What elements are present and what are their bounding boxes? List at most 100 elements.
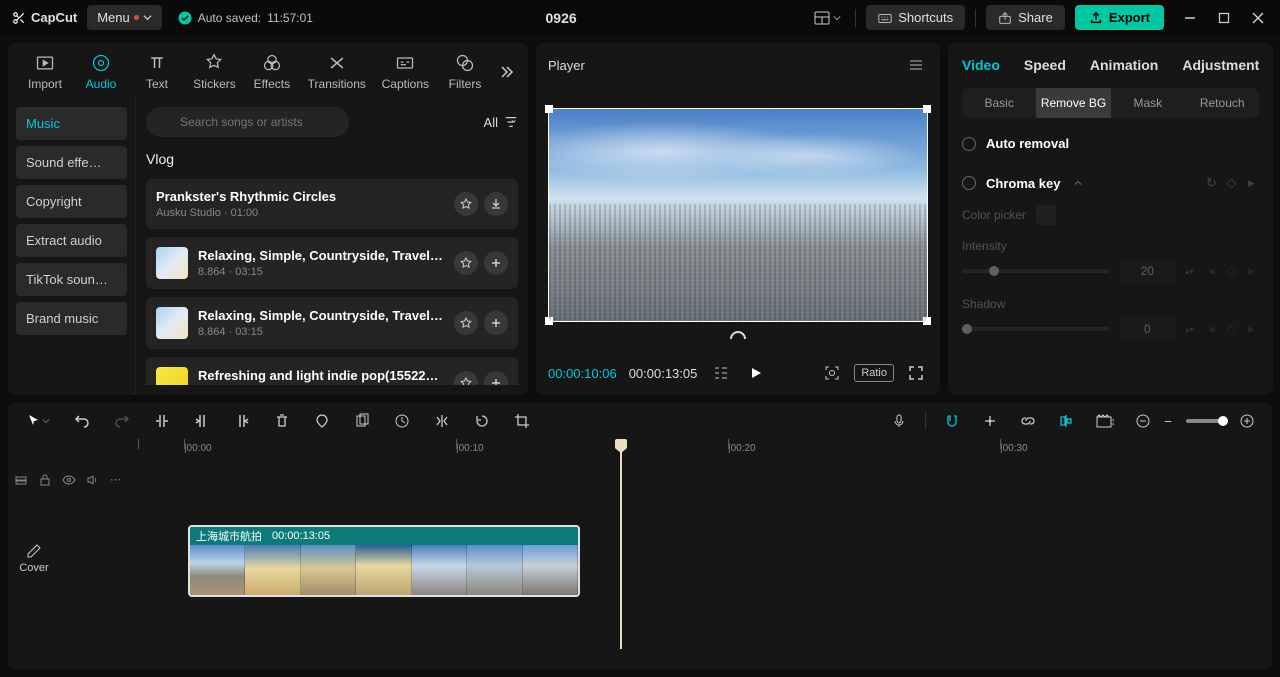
horizontal-scrollbar[interactable] (8, 659, 1272, 669)
keyframe-prev-button[interactable]: ◂ (1203, 321, 1219, 337)
slider-thumb[interactable] (962, 324, 972, 334)
mirror-button[interactable] (430, 409, 454, 433)
select-tool[interactable] (22, 409, 54, 433)
zoom-in-button[interactable] (1236, 410, 1258, 432)
link-button[interactable] (1016, 409, 1040, 433)
add-button[interactable] (484, 311, 508, 335)
stepper[interactable]: ▴▾ (1185, 325, 1193, 334)
chroma-key-toggle[interactable] (962, 176, 976, 190)
intensity-input[interactable] (1119, 259, 1175, 283)
reverse-button[interactable] (390, 409, 414, 433)
subtab-basic[interactable]: Basic (962, 88, 1036, 118)
fullscreen-button[interactable] (904, 361, 928, 385)
search-input[interactable] (146, 107, 349, 137)
magnet-button[interactable] (940, 409, 964, 433)
split-left-button[interactable] (190, 409, 214, 433)
sidebar-item-extract-audio[interactable]: Extract audio (16, 224, 127, 257)
favorite-button[interactable] (454, 192, 478, 216)
resize-handle[interactable] (923, 317, 931, 325)
shadow-slider[interactable] (962, 327, 1109, 331)
keyframe-add-button[interactable]: ◇ (1223, 321, 1239, 337)
sidebar-item-music[interactable]: Music (16, 107, 127, 140)
undo-button[interactable] (70, 409, 94, 433)
add-button[interactable] (484, 371, 508, 385)
tab-captions[interactable]: Captions (375, 49, 436, 95)
sidebar-item-tiktok-sounds[interactable]: TikTok soun… (16, 263, 127, 296)
color-swatch[interactable] (1036, 205, 1056, 225)
delete-button[interactable] (270, 409, 294, 433)
reset-button[interactable]: ↻ (1203, 175, 1219, 191)
split-button[interactable] (150, 409, 174, 433)
close-button[interactable] (1248, 8, 1268, 28)
zoom-out-button[interactable]: − (1160, 410, 1176, 433)
keyframe-add-button[interactable]: ◇ (1223, 263, 1239, 279)
tab-effects[interactable]: Effects (245, 49, 299, 95)
mute-track-button[interactable] (86, 473, 100, 487)
player-menu-button[interactable] (904, 53, 928, 77)
ratio-button[interactable]: Ratio (854, 364, 894, 382)
track-height-button[interactable] (1132, 410, 1154, 432)
marker-button[interactable] (310, 409, 334, 433)
favorite-button[interactable] (454, 371, 478, 385)
preview-canvas[interactable] (548, 108, 928, 322)
favorite-button[interactable] (454, 311, 478, 335)
favorite-button[interactable] (454, 251, 478, 275)
tab-speed[interactable]: Speed (1024, 57, 1066, 73)
collapse-track-button[interactable] (14, 473, 28, 487)
shadow-input[interactable] (1119, 317, 1175, 341)
keyframe-prev-button[interactable]: ◇ (1223, 175, 1239, 191)
snap-button[interactable] (978, 409, 1002, 433)
copy-button[interactable] (350, 409, 374, 433)
tab-import[interactable]: Import (18, 49, 72, 95)
timeline-tracks[interactable]: 上海城市航拍 00:00:13:05 (138, 463, 1272, 659)
subtab-remove-bg[interactable]: Remove BG (1036, 88, 1110, 118)
stepper[interactable]: ▴▾ (1185, 267, 1193, 276)
resize-handle[interactable] (923, 105, 931, 113)
sidebar-item-sound-effects[interactable]: Sound effe… (16, 146, 127, 179)
playhead[interactable] (620, 439, 622, 649)
rotate-button[interactable] (470, 409, 494, 433)
record-audio-button[interactable] (887, 409, 911, 433)
filter-button[interactable]: All (484, 115, 518, 130)
play-button[interactable] (745, 362, 767, 384)
export-button[interactable]: Export (1075, 5, 1164, 30)
tab-audio[interactable]: Audio (74, 49, 128, 95)
shortcuts-button[interactable]: Shortcuts (866, 5, 965, 30)
sidebar-item-brand-music[interactable]: Brand music (16, 302, 127, 335)
resize-handle[interactable] (545, 105, 553, 113)
cover-button[interactable]: Cover (14, 543, 54, 574)
tab-text[interactable]: Text (130, 49, 184, 95)
list-item[interactable]: Relaxing, Simple, Countryside, Travel, N… (146, 297, 518, 349)
intensity-slider[interactable] (962, 269, 1109, 273)
video-clip[interactable]: 上海城市航拍 00:00:13:05 (188, 525, 580, 597)
keyframe-next-button[interactable]: ▸ (1243, 175, 1259, 191)
resize-handle[interactable] (545, 317, 553, 325)
add-button[interactable] (484, 251, 508, 275)
list-item[interactable]: Refreshing and light indie pop(1552207) … (146, 357, 518, 385)
thumbnail-list-button[interactable] (709, 361, 733, 385)
zoom-slider[interactable] (1186, 419, 1226, 423)
focus-button[interactable] (820, 361, 844, 385)
slider-thumb[interactable] (989, 266, 999, 276)
lock-track-button[interactable] (38, 473, 52, 487)
list-item[interactable]: Prankster's Rhythmic Circles Ausku Studi… (146, 179, 518, 229)
menu-button[interactable]: Menu (87, 5, 162, 30)
keyframe-prev-button[interactable]: ◂ (1203, 263, 1219, 279)
show-track-button[interactable] (62, 473, 76, 487)
keyframe-next-button[interactable]: ▸ (1243, 321, 1259, 337)
tab-video[interactable]: Video (962, 57, 1000, 73)
preview-render-button[interactable] (1092, 410, 1118, 432)
tab-transitions[interactable]: Transitions (301, 49, 373, 95)
tab-stickers[interactable]: Stickers (186, 49, 243, 95)
maximize-button[interactable] (1214, 8, 1234, 28)
tab-filters[interactable]: Filters (438, 49, 492, 95)
share-button[interactable]: Share (986, 5, 1065, 30)
tab-adjustment[interactable]: Adjustment (1182, 57, 1259, 73)
layout-button[interactable] (809, 5, 845, 31)
sidebar-item-copyright[interactable]: Copyright (16, 185, 127, 218)
crop-button[interactable] (510, 409, 534, 433)
tab-animation[interactable]: Animation (1090, 57, 1158, 73)
preview-axis-button[interactable] (1054, 409, 1078, 433)
slider-thumb[interactable] (1218, 416, 1228, 426)
list-item[interactable]: Relaxing, Simple, Countryside, Travel, N… (146, 237, 518, 289)
